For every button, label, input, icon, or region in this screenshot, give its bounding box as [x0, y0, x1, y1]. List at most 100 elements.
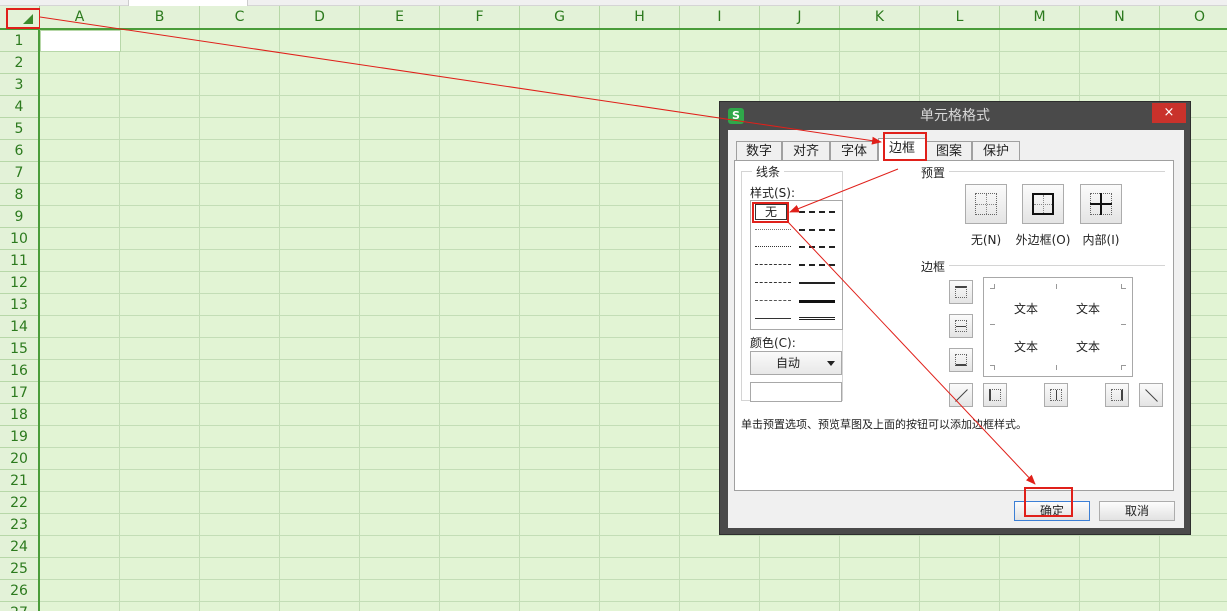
border-middle-vertical-button[interactable]	[1044, 383, 1068, 407]
line-style-dash-dot-dot[interactable]	[755, 264, 791, 265]
row-header[interactable]: 6	[0, 140, 38, 162]
line-group-label: 线条	[752, 163, 785, 180]
row-header[interactable]: 22	[0, 492, 38, 514]
border-right-button[interactable]	[1105, 383, 1129, 407]
border-middle-vertical-icon	[1050, 389, 1062, 401]
preview-text-top-right: 文本	[1076, 302, 1101, 316]
border-diagonal-down-button[interactable]	[1139, 383, 1163, 407]
column-header[interactable]: I	[680, 6, 760, 28]
preset-outline-button[interactable]	[1022, 184, 1064, 224]
row-header[interactable]: 17	[0, 382, 38, 404]
column-header[interactable]: F	[440, 6, 520, 28]
border-top-button[interactable]	[949, 280, 973, 304]
row-header[interactable]: 7	[0, 162, 38, 184]
row-header[interactable]: 1	[0, 30, 38, 52]
column-header[interactable]: D	[280, 6, 360, 28]
line-style-medium[interactable]	[799, 282, 835, 284]
line-style-medium-dash-dot[interactable]	[799, 246, 835, 248]
row-header[interactable]: 11	[0, 250, 38, 272]
dropdown-arrow-icon	[827, 361, 835, 366]
row-header[interactable]: 9	[0, 206, 38, 228]
line-style-thick[interactable]	[799, 300, 835, 303]
tab-protection[interactable]: 保护	[972, 141, 1020, 161]
select-all-corner[interactable]	[0, 6, 41, 30]
row-header[interactable]: 23	[0, 514, 38, 536]
border-left-button[interactable]	[983, 383, 1007, 407]
preview-corner-mark	[990, 365, 995, 370]
row-header[interactable]: 14	[0, 316, 38, 338]
tab-pattern[interactable]: 图案	[926, 141, 972, 161]
border-middle-horizontal-icon	[955, 320, 967, 332]
row-header[interactable]: 4	[0, 96, 38, 118]
border-bottom-button[interactable]	[949, 348, 973, 372]
row-header[interactable]: 2	[0, 52, 38, 74]
line-style-dotted[interactable]	[755, 246, 791, 247]
row-header[interactable]: 18	[0, 404, 38, 426]
row-header[interactable]: 12	[0, 272, 38, 294]
preset-inside-button[interactable]	[1080, 184, 1122, 224]
column-header[interactable]: E	[360, 6, 440, 28]
column-header[interactable]: M	[1000, 6, 1080, 28]
line-style-slant-dash-dot[interactable]	[799, 229, 835, 231]
column-header[interactable]: C	[200, 6, 280, 28]
line-style-medium-dash-dot-dot[interactable]	[799, 211, 835, 213]
line-style-thin[interactable]	[755, 318, 791, 319]
column-header[interactable]: A	[40, 6, 120, 28]
border-middle-horizontal-button[interactable]	[949, 314, 973, 338]
column-header[interactable]: H	[600, 6, 680, 28]
row-header[interactable]: 24	[0, 536, 38, 558]
border-right-icon	[1111, 389, 1123, 401]
tab-font[interactable]: 字体	[830, 141, 878, 161]
preset-inside-label: 内部(I)	[1082, 233, 1120, 247]
close-button[interactable]: ×	[1152, 103, 1186, 123]
border-diagonal-up-button[interactable]	[949, 383, 973, 407]
column-header[interactable]: L	[920, 6, 1000, 28]
row-header[interactable]: 8	[0, 184, 38, 206]
column-header[interactable]: B	[120, 6, 200, 28]
row-header[interactable]: 27	[0, 602, 38, 611]
style-label: 样式(S):	[750, 186, 796, 200]
line-style-double[interactable]	[799, 317, 835, 320]
line-style-dash-dot[interactable]	[755, 282, 791, 283]
row-header[interactable]: 19	[0, 426, 38, 448]
border-bottom-icon	[955, 354, 967, 366]
preview-mid-mark	[1056, 284, 1061, 289]
preview-corner-mark	[1121, 284, 1126, 289]
row-header[interactable]: 10	[0, 228, 38, 250]
tab-alignment[interactable]: 对齐	[782, 141, 830, 161]
row-header[interactable]: 21	[0, 470, 38, 492]
row-header[interactable]: 16	[0, 360, 38, 382]
line-style-dashed[interactable]	[755, 300, 791, 301]
preview-mid-mark	[990, 324, 995, 329]
line-style-hair[interactable]	[755, 229, 791, 230]
tab-number[interactable]: 数字	[736, 141, 782, 161]
color-preview	[750, 382, 842, 402]
border-preview[interactable]: 文本 文本 文本 文本	[983, 277, 1133, 377]
row-headers: 1 2 3 4 5 6 7 8 9 10 11 12 13 14 15 16 17 18 19 20 21 22 23 24 2…	[0, 30, 40, 611]
row-header[interactable]: 26	[0, 580, 38, 602]
border-diagonal-up-icon	[955, 389, 968, 402]
row-header[interactable]: 20	[0, 448, 38, 470]
preset-outline-label: 外边框(O)	[1015, 233, 1071, 247]
row-header[interactable]: 5	[0, 118, 38, 140]
row-header[interactable]: 25	[0, 558, 38, 580]
column-header[interactable]: O	[1160, 6, 1227, 28]
row-header[interactable]: 3	[0, 74, 38, 96]
preset-inside-icon	[1090, 193, 1112, 215]
row-header[interactable]: 13	[0, 294, 38, 316]
color-combobox-value: 自动	[775, 356, 800, 370]
column-headers: ABCDEFGHIJKLMNO	[40, 6, 1227, 30]
border-label: 边框	[921, 258, 950, 275]
line-style-medium-dashed[interactable]	[799, 264, 835, 266]
column-header[interactable]: G	[520, 6, 600, 28]
preset-none-button[interactable]	[965, 184, 1007, 224]
active-cell-a1[interactable]	[40, 30, 121, 52]
column-header[interactable]: J	[760, 6, 840, 28]
column-header[interactable]: N	[1080, 6, 1160, 28]
color-combobox[interactable]: 自动	[750, 351, 842, 375]
border-divider	[921, 265, 1165, 266]
cancel-button[interactable]: 取消	[1099, 501, 1175, 521]
column-header[interactable]: K	[840, 6, 920, 28]
dialog-titlebar[interactable]: S 单元格格式 ×	[720, 102, 1190, 130]
row-header[interactable]: 15	[0, 338, 38, 360]
